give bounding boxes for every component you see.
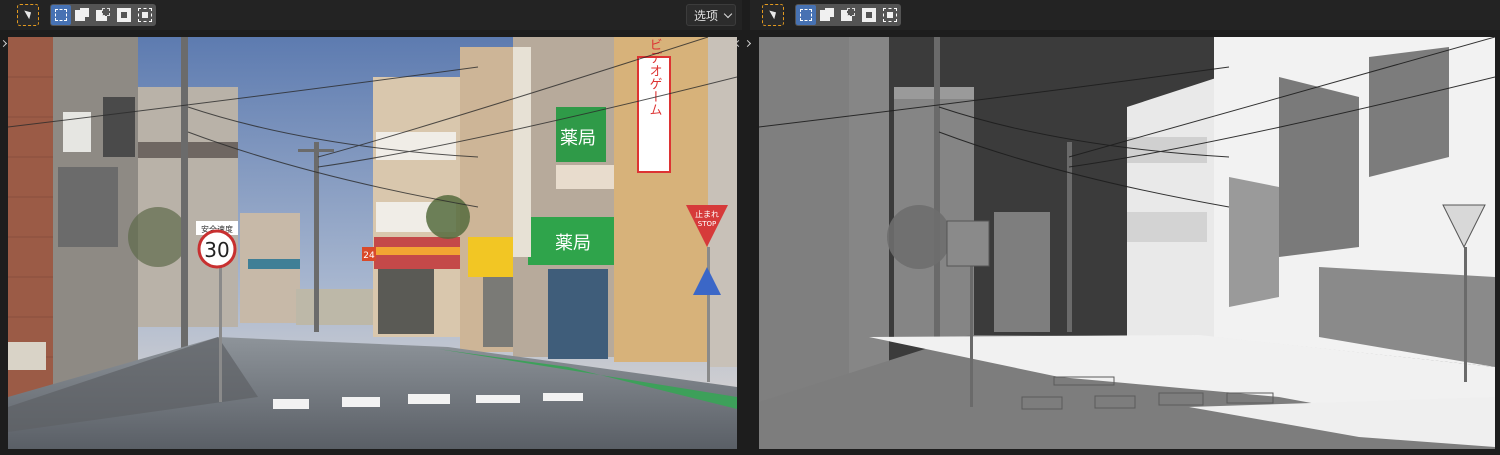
mode-subtract-selection-button[interactable] — [93, 5, 113, 25]
mode-extend-selection-button[interactable] — [817, 5, 837, 25]
left-viewport-header: 选项 — [0, 0, 742, 30]
area-divider[interactable] — [742, 0, 750, 455]
chevron-right-icon[interactable] — [0, 39, 8, 48]
mode-new-selection-button[interactable] — [796, 5, 816, 25]
mode-extend-selection-button[interactable] — [72, 5, 92, 25]
mode-subtract-selection-button[interactable] — [838, 5, 858, 25]
cursor-arrow-icon — [23, 8, 34, 20]
new-selection-icon — [55, 9, 67, 21]
chevron-down-icon — [723, 9, 733, 18]
stop-sign-japanese: 止まれ — [695, 209, 719, 219]
cursor-arrow-icon — [768, 8, 779, 20]
mode-new-selection-button[interactable] — [51, 5, 71, 25]
rendered-street-scene: 薬局 薬局 ビデオゲーム 24 30 止まれ STOP — [8, 37, 737, 449]
mode-intersect-selection-button[interactable] — [135, 5, 155, 25]
shop-number-sign: 24 — [363, 251, 375, 261]
mode-invert-selection-button[interactable] — [859, 5, 879, 25]
video-game-sign: ビデオゲーム — [647, 38, 663, 116]
right-viewport-header — [750, 0, 1500, 30]
options-dropdown[interactable]: 选项 — [685, 4, 736, 26]
pharmacy-sign-lower: 薬局 — [555, 233, 591, 254]
selection-mode-group — [795, 4, 901, 26]
selection-mode-group — [50, 4, 156, 26]
stop-sign-english: STOP — [698, 220, 716, 228]
options-label: 选项 — [693, 8, 718, 23]
mode-invert-selection-button[interactable] — [114, 5, 134, 25]
select-box-tool-button[interactable] — [762, 4, 784, 26]
mode-intersect-selection-button[interactable] — [880, 5, 900, 25]
select-box-tool-button[interactable] — [17, 4, 39, 26]
render-viewport[interactable]: 薬局 薬局 ビデオゲーム 24 30 止まれ STOP — [8, 37, 737, 449]
clay-shadow-scene — [759, 37, 1495, 449]
speed-limit-value: 30 — [204, 238, 229, 262]
new-selection-icon — [800, 9, 812, 21]
shadow-render-viewport[interactable] — [759, 37, 1495, 449]
pharmacy-sign-upper: 薬局 — [560, 128, 596, 149]
